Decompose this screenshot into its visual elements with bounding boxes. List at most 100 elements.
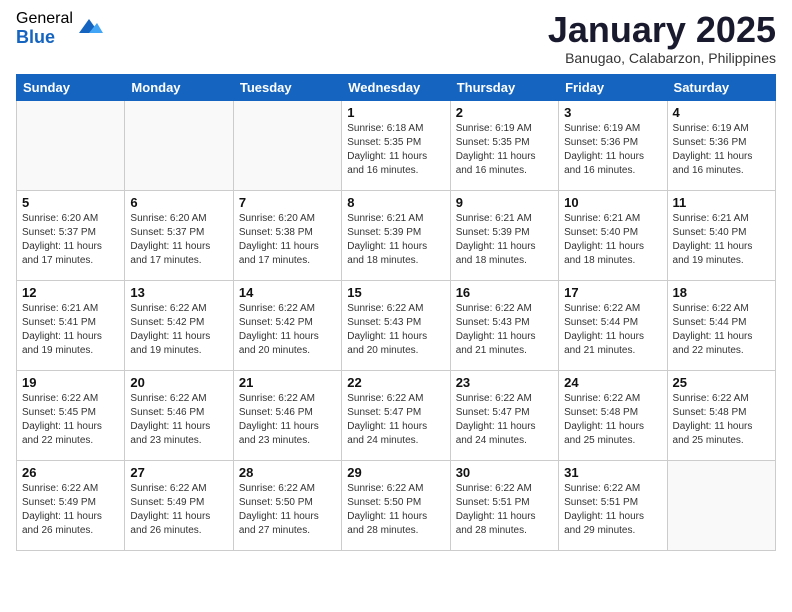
day-number: 6 bbox=[130, 195, 227, 210]
day-number: 15 bbox=[347, 285, 444, 300]
calendar-cell: 14Sunrise: 6:22 AMSunset: 5:42 PMDayligh… bbox=[233, 280, 341, 370]
day-number: 11 bbox=[673, 195, 770, 210]
day-info: Sunrise: 6:21 AMSunset: 5:40 PMDaylight:… bbox=[673, 212, 770, 268]
day-number: 4 bbox=[673, 105, 770, 120]
day-info: Sunrise: 6:22 AMSunset: 5:48 PMDaylight:… bbox=[673, 392, 770, 448]
day-number: 24 bbox=[564, 375, 661, 390]
day-info: Sunrise: 6:22 AMSunset: 5:44 PMDaylight:… bbox=[564, 302, 661, 358]
week-row-5: 26 Sunrise: 6:22 AMSunset: 5:49 PMDayligh… bbox=[17, 460, 776, 550]
header-tuesday: Tuesday bbox=[233, 74, 341, 100]
header-sunday: Sunday bbox=[17, 74, 125, 100]
day-number: 21 bbox=[239, 375, 336, 390]
day-info: Sunrise: 6:22 AMSunset: 5:47 PMDaylight:… bbox=[456, 392, 553, 448]
day-info: Sunrise: 6:22 AMSunset: 5:50 PMDaylight:… bbox=[347, 482, 444, 538]
day-number: 7 bbox=[239, 195, 336, 210]
day-info: Sunrise: 6:22 AMSunset: 5:49 PMDaylight:… bbox=[22, 482, 119, 538]
header-saturday: Saturday bbox=[667, 74, 775, 100]
logo-general: General bbox=[16, 10, 73, 28]
day-info: Sunrise: 6:22 AMSunset: 5:43 PMDaylight:… bbox=[456, 302, 553, 358]
day-info: Sunrise: 6:21 AMSunset: 5:39 PMDaylight:… bbox=[347, 212, 444, 268]
day-number: 29 bbox=[347, 465, 444, 480]
day-info: Sunrise: 6:22 AMSunset: 5:51 PMDaylight:… bbox=[564, 482, 661, 538]
calendar-cell: 25 Sunrise: 6:22 AMSunset: 5:48 PMDayligh… bbox=[667, 370, 775, 460]
calendar-cell bbox=[233, 100, 341, 190]
day-info: Sunrise: 6:20 AMSunset: 5:37 PMDaylight:… bbox=[22, 212, 119, 268]
day-info: Sunrise: 6:22 AMSunset: 5:46 PMDaylight:… bbox=[239, 392, 336, 448]
day-info: Sunrise: 6:22 AMSunset: 5:48 PMDaylight:… bbox=[564, 392, 661, 448]
calendar-cell: 20Sunrise: 6:22 AMSunset: 5:46 PMDayligh… bbox=[125, 370, 233, 460]
day-number: 22 bbox=[347, 375, 444, 390]
calendar-cell: 4Sunrise: 6:19 AMSunset: 5:36 PMDaylight… bbox=[667, 100, 775, 190]
day-info: Sunrise: 6:22 AMSunset: 5:51 PMDaylight:… bbox=[456, 482, 553, 538]
day-number: 26 bbox=[22, 465, 119, 480]
calendar-cell: 26 Sunrise: 6:22 AMSunset: 5:49 PMDayligh… bbox=[17, 460, 125, 550]
calendar-cell: 27Sunrise: 6:22 AMSunset: 5:49 PMDayligh… bbox=[125, 460, 233, 550]
day-number: 10 bbox=[564, 195, 661, 210]
day-number: 17 bbox=[564, 285, 661, 300]
logo-icon bbox=[75, 13, 103, 41]
day-info: Sunrise: 6:22 AMSunset: 5:50 PMDaylight:… bbox=[239, 482, 336, 538]
day-number: 31 bbox=[564, 465, 661, 480]
logo-blue: Blue bbox=[16, 28, 73, 48]
calendar-cell: 19 Sunrise: 6:22 AMSunset: 5:45 PMDayligh… bbox=[17, 370, 125, 460]
day-info: Sunrise: 6:19 AMSunset: 5:36 PMDaylight:… bbox=[564, 122, 661, 178]
week-row-2: 5 Sunrise: 6:20 AMSunset: 5:37 PMDaylight… bbox=[17, 190, 776, 280]
calendar-cell: 2 Sunrise: 6:19 AMSunset: 5:35 PMDaylight… bbox=[450, 100, 558, 190]
day-info: Sunrise: 6:22 AMSunset: 5:43 PMDaylight:… bbox=[347, 302, 444, 358]
calendar-cell: 31 Sunrise: 6:22 AMSunset: 5:51 PMDayligh… bbox=[559, 460, 667, 550]
calendar-cell: 24 Sunrise: 6:22 AMSunset: 5:48 PMDayligh… bbox=[559, 370, 667, 460]
calendar-cell: 21 Sunrise: 6:22 AMSunset: 5:46 PMDayligh… bbox=[233, 370, 341, 460]
day-number: 8 bbox=[347, 195, 444, 210]
day-info: Sunrise: 6:21 AMSunset: 5:41 PMDaylight:… bbox=[22, 302, 119, 358]
day-info: Sunrise: 6:22 AMSunset: 5:47 PMDaylight:… bbox=[347, 392, 444, 448]
calendar-cell: 1 Sunrise: 6:18 AMSunset: 5:35 PMDaylight… bbox=[342, 100, 450, 190]
day-info: Sunrise: 6:22 AMSunset: 5:45 PMDaylight:… bbox=[22, 392, 119, 448]
header-thursday: Thursday bbox=[450, 74, 558, 100]
day-number: 9 bbox=[456, 195, 553, 210]
calendar-cell bbox=[667, 460, 775, 550]
day-number: 28 bbox=[239, 465, 336, 480]
day-number: 25 bbox=[673, 375, 770, 390]
calendar-cell: 11 Sunrise: 6:21 AMSunset: 5:40 PMDayligh… bbox=[667, 190, 775, 280]
location: Banugao, Calabarzon, Philippines bbox=[548, 50, 776, 66]
calendar-cell bbox=[125, 100, 233, 190]
day-number: 14 bbox=[239, 285, 336, 300]
day-number: 19 bbox=[22, 375, 119, 390]
day-info: Sunrise: 6:22 AMSunset: 5:42 PMDaylight:… bbox=[130, 302, 227, 358]
calendar-cell: 8 Sunrise: 6:21 AMSunset: 5:39 PMDaylight… bbox=[342, 190, 450, 280]
header-friday: Friday bbox=[559, 74, 667, 100]
day-info: Sunrise: 6:21 AMSunset: 5:39 PMDaylight:… bbox=[456, 212, 553, 268]
week-row-1: 1 Sunrise: 6:18 AMSunset: 5:35 PMDaylight… bbox=[17, 100, 776, 190]
day-number: 1 bbox=[347, 105, 444, 120]
calendar-cell: 9 Sunrise: 6:21 AMSunset: 5:39 PMDaylight… bbox=[450, 190, 558, 280]
day-info: Sunrise: 6:22 AMSunset: 5:49 PMDaylight:… bbox=[130, 482, 227, 538]
calendar-cell: 23 Sunrise: 6:22 AMSunset: 5:47 PMDayligh… bbox=[450, 370, 558, 460]
page: General Blue January 2025 Banugao, Calab… bbox=[0, 0, 792, 567]
day-number: 16 bbox=[456, 285, 553, 300]
header-wednesday: Wednesday bbox=[342, 74, 450, 100]
calendar-cell: 12 Sunrise: 6:21 AMSunset: 5:41 PMDayligh… bbox=[17, 280, 125, 370]
day-number: 5 bbox=[22, 195, 119, 210]
calendar-cell: 3Sunrise: 6:19 AMSunset: 5:36 PMDaylight… bbox=[559, 100, 667, 190]
month-title: January 2025 bbox=[548, 10, 776, 50]
calendar-cell: 7Sunrise: 6:20 AMSunset: 5:38 PMDaylight… bbox=[233, 190, 341, 280]
calendar-cell bbox=[17, 100, 125, 190]
day-number: 23 bbox=[456, 375, 553, 390]
day-number: 2 bbox=[456, 105, 553, 120]
day-info: Sunrise: 6:18 AMSunset: 5:35 PMDaylight:… bbox=[347, 122, 444, 178]
day-info: Sunrise: 6:21 AMSunset: 5:40 PMDaylight:… bbox=[564, 212, 661, 268]
calendar-cell: 17 Sunrise: 6:22 AMSunset: 5:44 PMDayligh… bbox=[559, 280, 667, 370]
day-number: 12 bbox=[22, 285, 119, 300]
weekday-header-row: Sunday Monday Tuesday Wednesday Thursday… bbox=[17, 74, 776, 100]
calendar-cell: 10 Sunrise: 6:21 AMSunset: 5:40 PMDayligh… bbox=[559, 190, 667, 280]
calendar-cell: 16 Sunrise: 6:22 AMSunset: 5:43 PMDayligh… bbox=[450, 280, 558, 370]
day-info: Sunrise: 6:19 AMSunset: 5:35 PMDaylight:… bbox=[456, 122, 553, 178]
header-monday: Monday bbox=[125, 74, 233, 100]
calendar-cell: 18Sunrise: 6:22 AMSunset: 5:44 PMDayligh… bbox=[667, 280, 775, 370]
week-row-3: 12 Sunrise: 6:21 AMSunset: 5:41 PMDayligh… bbox=[17, 280, 776, 370]
header: General Blue January 2025 Banugao, Calab… bbox=[16, 10, 776, 66]
calendar-cell: 22 Sunrise: 6:22 AMSunset: 5:47 PMDayligh… bbox=[342, 370, 450, 460]
calendar-cell: 13Sunrise: 6:22 AMSunset: 5:42 PMDayligh… bbox=[125, 280, 233, 370]
logo: General Blue bbox=[16, 10, 103, 47]
week-row-4: 19 Sunrise: 6:22 AMSunset: 5:45 PMDayligh… bbox=[17, 370, 776, 460]
